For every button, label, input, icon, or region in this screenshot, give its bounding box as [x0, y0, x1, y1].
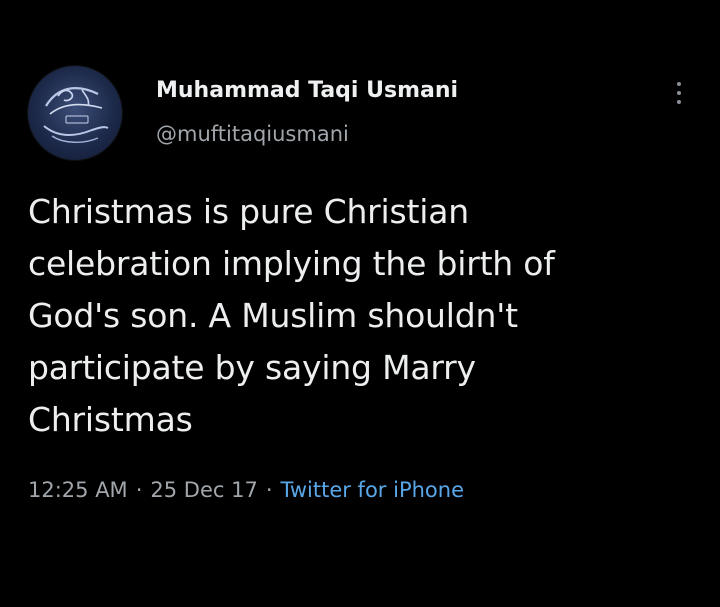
more-options-button[interactable] [666, 74, 692, 112]
tweet-text-line: celebration implying the birth of [28, 244, 555, 283]
meta-separator: · [265, 478, 273, 502]
tweet-text-line: Christmas [28, 400, 193, 439]
meta-separator: · [135, 478, 143, 502]
calligraphy-logo-icon [43, 87, 109, 143]
author-handle[interactable]: @muftitaqiusmani [156, 122, 349, 146]
tweet-meta: 12:25 AM · 25 Dec 17 · Twitter for iPhone [28, 478, 464, 502]
tweet-text-line: participate by saying Marry [28, 348, 476, 387]
tweet-source-link[interactable]: Twitter for iPhone [281, 478, 465, 502]
tweet-text-line: Christmas is pure Christian [28, 192, 469, 231]
tweet-text-line: God's son. A Muslim shouldn't [28, 296, 518, 335]
author-display-name[interactable]: Muhammad Taqi Usmani [156, 78, 458, 103]
tweet-text: Christmas is pure Christian celebration … [28, 186, 688, 446]
tweet-time[interactable]: 12:25 AM [28, 478, 128, 502]
avatar[interactable] [28, 66, 122, 160]
tweet-date[interactable]: 25 Dec 17 [150, 478, 257, 502]
more-vertical-icon [677, 82, 681, 86]
more-vertical-icon-dot [677, 91, 681, 95]
more-vertical-icon-dot [677, 100, 681, 104]
tweet-card: Muhammad Taqi Usmani @muftitaqiusmani Ch… [0, 0, 720, 607]
